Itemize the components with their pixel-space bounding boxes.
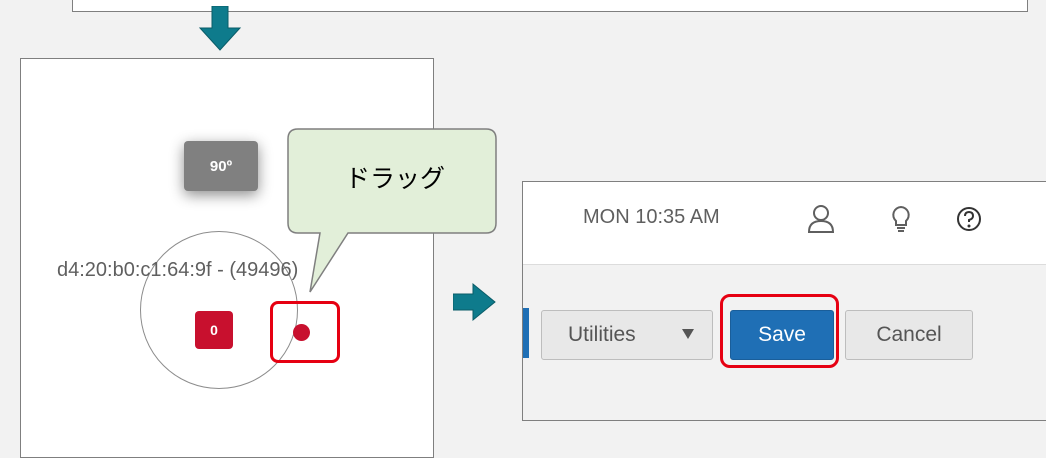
save-button[interactable]: Save xyxy=(730,310,834,360)
caret-down-icon xyxy=(682,329,694,339)
lightbulb-icon[interactable] xyxy=(887,204,915,234)
arrow-down-icon xyxy=(198,6,242,51)
utilities-dropdown-button[interactable]: Utilities xyxy=(541,310,713,360)
user-icon[interactable] xyxy=(807,204,835,234)
arrow-right-icon xyxy=(453,282,496,322)
help-icon[interactable] xyxy=(955,204,983,234)
truncated-button-edge xyxy=(523,308,529,358)
cancel-button[interactable]: Cancel xyxy=(845,310,973,360)
utilities-label: Utilities xyxy=(568,323,636,346)
device-count-badge[interactable]: 0 xyxy=(195,311,233,349)
callout-text: ドラッグ xyxy=(344,165,445,193)
clock-text: MON 10:35 AM xyxy=(583,206,720,228)
device-label: d4:20:b0:c1:64:9f - (49496) xyxy=(57,259,299,281)
editor-panel: MON 10:35 AM Utilities Save Cancel xyxy=(522,181,1046,421)
drag-handle[interactable] xyxy=(293,324,310,341)
rotation-angle-badge[interactable]: 90º xyxy=(184,141,258,191)
